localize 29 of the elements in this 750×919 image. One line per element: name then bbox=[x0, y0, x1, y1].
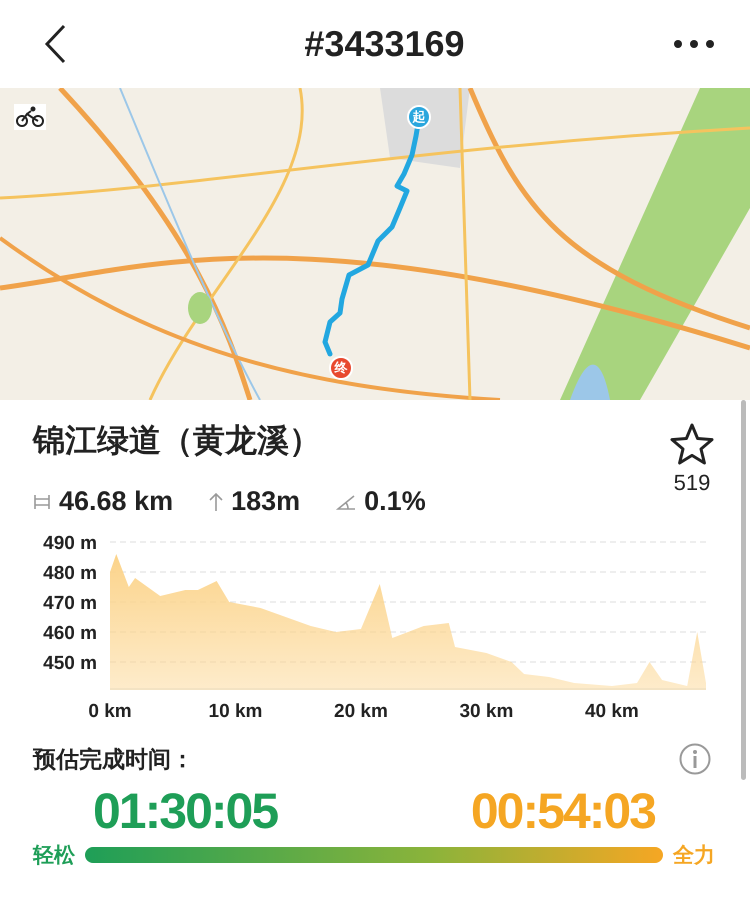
easy-label: 轻松 bbox=[33, 843, 75, 869]
axis-label: 0 km bbox=[88, 701, 132, 722]
axis-label: 470 m bbox=[43, 593, 97, 614]
axis-label: 10 km bbox=[208, 701, 262, 722]
axis-label: 20 km bbox=[334, 701, 388, 722]
angle-icon bbox=[336, 494, 356, 510]
bicycle-icon[interactable] bbox=[14, 104, 46, 130]
route-name: 锦江绿道（黄龙溪） bbox=[33, 421, 322, 460]
axis-label: 30 km bbox=[459, 701, 514, 722]
stat-value: 46.68 km bbox=[59, 486, 174, 517]
stat-value: 0.1% bbox=[364, 486, 426, 517]
page-title: #3433169 bbox=[304, 23, 465, 65]
stat-value: 183m bbox=[231, 486, 300, 517]
max-time: 00:54:03 bbox=[470, 783, 655, 839]
favorite-count: 519 bbox=[674, 470, 710, 496]
more-icon[interactable] bbox=[672, 39, 715, 49]
max-label: 全力 bbox=[673, 843, 715, 869]
info-icon[interactable] bbox=[679, 743, 711, 775]
arrow-up-icon bbox=[209, 492, 224, 512]
estimate-label: 预估完成时间： bbox=[33, 744, 194, 774]
star-icon[interactable] bbox=[669, 422, 715, 466]
axis-label: 40 km bbox=[584, 701, 639, 722]
distance-icon bbox=[33, 494, 51, 510]
axis-label: 460 m bbox=[43, 623, 97, 644]
axis-label: 480 m bbox=[43, 563, 97, 584]
back-icon[interactable] bbox=[44, 24, 66, 64]
axis-label: 450 m bbox=[43, 653, 97, 674]
axis-label: 490 m bbox=[43, 533, 97, 554]
easy-time: 01:30:05 bbox=[93, 783, 278, 839]
